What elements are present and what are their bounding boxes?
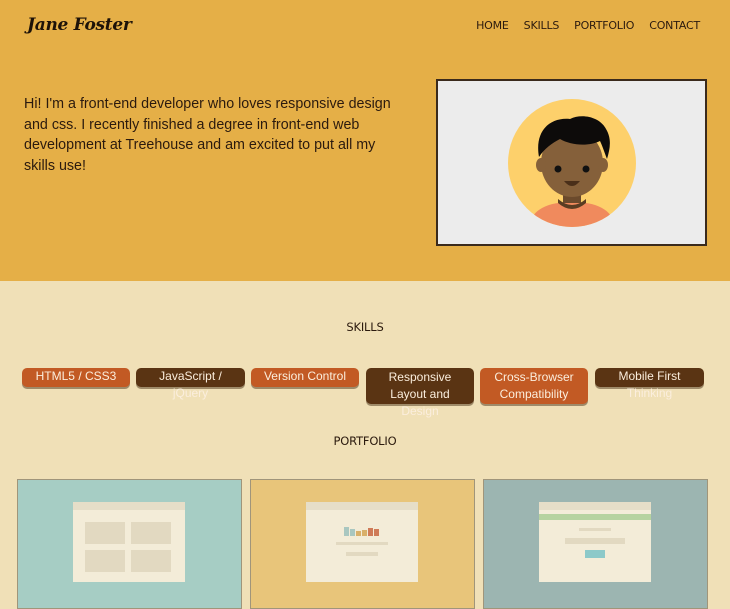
skill-badge: JavaScript / jQuery xyxy=(136,368,245,400)
portfolio-card[interactable] xyxy=(17,479,242,609)
main-nav: HOME SKILLS PORTFOLIO CONTACT xyxy=(476,19,700,32)
intro-text: Hi! I'm a front-end developer who loves … xyxy=(24,96,391,174)
portfolio-thumbnail xyxy=(306,502,418,582)
avatar-illustration xyxy=(508,99,636,227)
portfolio-card[interactable] xyxy=(250,479,475,609)
skill-badge: Mobile First Thinking xyxy=(595,368,704,400)
portfolio-thumbnail xyxy=(73,502,185,582)
skills-title: SKILLS xyxy=(346,320,384,334)
nav-contact[interactable]: CONTACT xyxy=(649,19,700,32)
portfolio-title: PORTFOLIO xyxy=(333,434,397,448)
portfolio-thumbnail xyxy=(539,502,651,582)
hero-section: Jane Foster HOME SKILLS PORTFOLIO CONTAC… xyxy=(0,0,730,281)
nav-skills[interactable]: SKILLS xyxy=(524,19,560,32)
site-logo[interactable]: Jane Foster xyxy=(27,15,132,35)
portfolio-card[interactable] xyxy=(483,479,708,609)
nav-portfolio[interactable]: PORTFOLIO xyxy=(574,19,634,32)
avatar-eye-left xyxy=(554,165,562,173)
skill-badge: Responsive Layout and Design xyxy=(366,368,474,418)
skill-badge: Version Control xyxy=(251,368,359,387)
profile-photo-frame xyxy=(436,79,707,246)
nav-home[interactable]: HOME xyxy=(476,19,509,32)
skill-badge: HTML5 / CSS3 xyxy=(22,368,130,387)
skill-badge: Cross-Browser Compatibility xyxy=(480,368,588,404)
avatar-eye-right xyxy=(582,165,590,173)
